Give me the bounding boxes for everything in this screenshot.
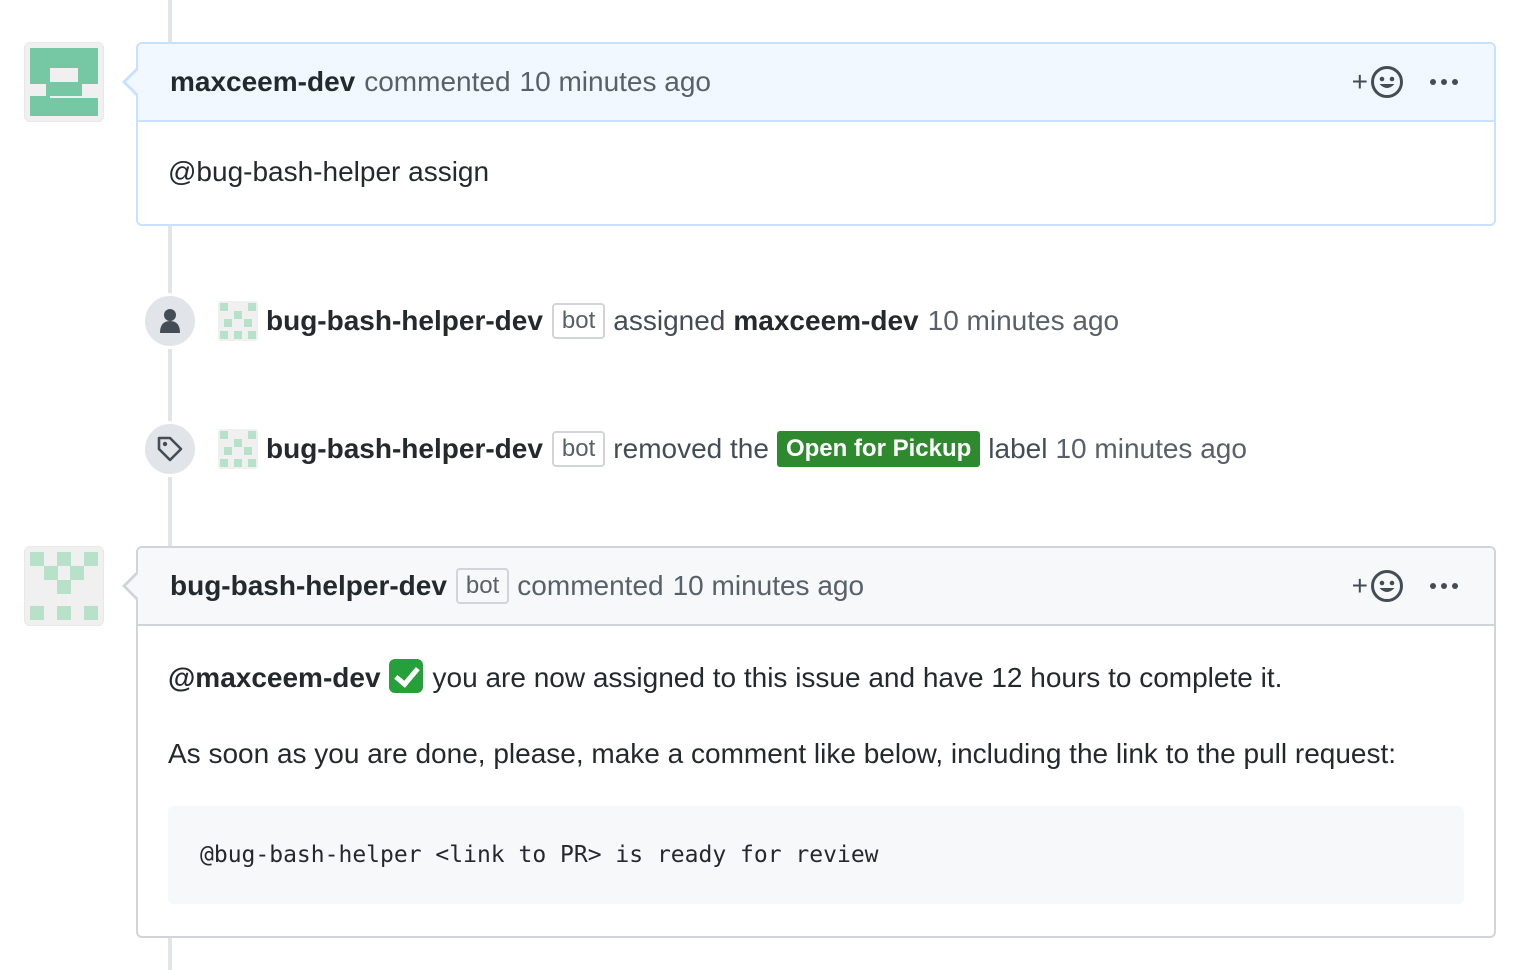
comment-body: @bug-bash-helper assign — [138, 122, 1494, 222]
comment-action: commented — [517, 570, 664, 601]
label-open-for-pickup[interactable]: Open for Pickup — [776, 431, 981, 467]
event-target-user[interactable]: maxceem-dev — [733, 305, 918, 337]
event-timestamp[interactable]: 10 minutes ago — [928, 305, 1119, 337]
add-reaction-button[interactable]: + — [1352, 569, 1404, 603]
event-verb: assigned — [613, 305, 726, 336]
comment-timestamp[interactable]: 10 minutes ago — [673, 570, 864, 602]
comment-author[interactable]: bug-bash-helper-dev — [170, 570, 447, 602]
bot-avatar[interactable] — [218, 429, 258, 469]
timeline-event-unlabeled: bug-bash-helper-dev bot removed the Open… — [142, 421, 1247, 477]
comment-header: maxceem-dev commented 10 minutes ago + — [138, 44, 1494, 122]
comment-author[interactable]: maxceem-dev — [170, 66, 355, 98]
avatar-maxceem-dev[interactable] — [24, 42, 104, 122]
comment-paragraph-1: @maxceem-dev you are now assigned to this… — [168, 658, 1464, 698]
smiley-icon — [1371, 570, 1403, 602]
code-block: @bug-bash-helper <link to PR> is ready f… — [168, 806, 1464, 904]
comment-maxceem-dev: maxceem-dev commented 10 minutes ago + @… — [122, 42, 1496, 226]
add-reaction-button[interactable]: + — [1352, 65, 1404, 99]
comment-header: bug-bash-helper-dev bot commented 10 min… — [138, 548, 1494, 626]
comment-timestamp[interactable]: 10 minutes ago — [520, 66, 711, 98]
tag-icon — [142, 421, 198, 477]
user-mention[interactable]: @maxceem-dev — [168, 662, 381, 693]
more-options-icon[interactable] — [1430, 579, 1458, 593]
event-timestamp[interactable]: 10 minutes ago — [1055, 433, 1246, 465]
comment-body: @maxceem-dev you are now assigned to this… — [138, 626, 1494, 934]
comment-bug-bash-helper-dev: bug-bash-helper-dev bot commented 10 min… — [122, 546, 1496, 938]
bot-badge: bot — [551, 303, 606, 339]
comment-text: @bug-bash-helper assign — [168, 156, 490, 187]
assignment-text: you are now assigned to this issue and h… — [432, 662, 1283, 693]
comment-action: commented — [364, 66, 511, 97]
event-suffix: label — [988, 433, 1048, 464]
event-verb: removed the — [613, 433, 769, 464]
smiley-icon — [1371, 66, 1403, 98]
timeline-event-assigned: bug-bash-helper-dev bot assigned maxceem… — [142, 293, 1119, 349]
event-actor[interactable]: bug-bash-helper-dev — [266, 433, 543, 465]
bot-avatar[interactable] — [218, 301, 258, 341]
event-actor[interactable]: bug-bash-helper-dev — [266, 305, 543, 337]
comment-paragraph-2: As soon as you are done, please, make a … — [168, 738, 1397, 769]
check-mark-icon — [388, 659, 423, 693]
person-icon — [142, 293, 198, 349]
bot-badge: bot — [551, 431, 606, 467]
bot-badge: bot — [455, 568, 510, 604]
more-options-icon[interactable] — [1430, 75, 1458, 89]
avatar-bug-bash-helper-dev[interactable] — [24, 546, 104, 626]
code-text: @bug-bash-helper <link to PR> is ready f… — [200, 842, 879, 868]
